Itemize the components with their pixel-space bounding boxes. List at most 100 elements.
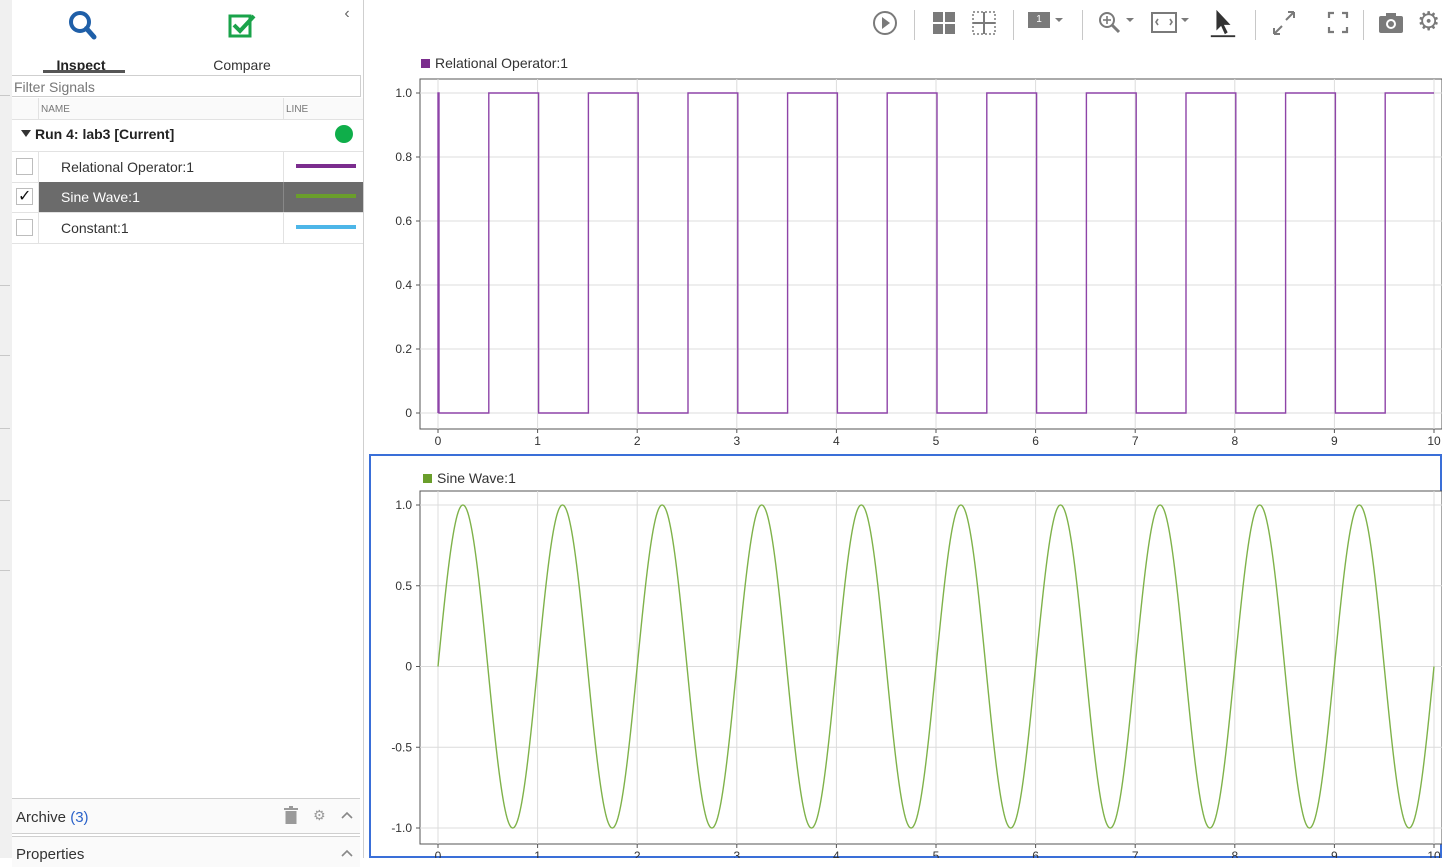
fullscreen-icon[interactable] — [1326, 8, 1350, 38]
properties-section-header[interactable]: Properties — [12, 836, 360, 867]
signal-row-constant[interactable]: Constant:1 — [12, 213, 363, 244]
fit-to-view-button[interactable] — [1150, 8, 1190, 38]
x-tick-label: 2 — [634, 434, 641, 448]
x-tick-label: 5 — [933, 434, 940, 448]
x-tick-label: 7 — [1132, 434, 1139, 448]
column-header-name[interactable]: NAME — [38, 98, 285, 119]
cursor-icon[interactable] — [1208, 8, 1238, 38]
active-tab-indicator — [43, 70, 125, 73]
toolbar-separator — [1013, 10, 1014, 40]
dropdown-arrow-icon — [1055, 18, 1063, 22]
tab-inspect[interactable]: Inspect — [19, 6, 143, 74]
x-tick-label: 7 — [1132, 849, 1139, 858]
play-icon[interactable] — [871, 8, 899, 38]
chevron-left-icon: ‹ — [344, 5, 350, 22]
x-tick-label: 3 — [733, 849, 740, 858]
properties-label: Properties — [16, 846, 85, 863]
archive-section-header[interactable]: Archive (3) ⚙ — [12, 798, 360, 834]
trash-icon[interactable] — [284, 806, 298, 824]
archive-count: (3) — [70, 809, 89, 826]
settings-icon[interactable]: ⚙ — [1417, 6, 1440, 36]
y-tick-label: 0.4 — [395, 278, 412, 292]
expand-triangle-icon[interactable] — [21, 130, 31, 137]
fit-to-view-icon — [1151, 12, 1177, 33]
strip-divider — [0, 428, 10, 429]
subplot-number: 1 — [1028, 12, 1050, 28]
signal-name: Sine Wave:1 — [61, 189, 140, 205]
plot-toolbar: 1 ⚙ — [364, 0, 1442, 46]
chevron-up-icon[interactable] — [341, 811, 353, 819]
line-style-cell[interactable] — [283, 182, 364, 212]
tab-compare-label: Compare — [213, 57, 271, 73]
signal-name: Relational Operator:1 — [61, 159, 195, 175]
x-tick-label: 10 — [1427, 849, 1441, 858]
y-tick-label: 1.0 — [395, 86, 412, 100]
x-tick-label: 5 — [933, 849, 940, 858]
layout-grid-icon[interactable] — [931, 8, 957, 38]
tab-compare[interactable]: Compare — [180, 6, 304, 74]
chevron-up-icon[interactable] — [341, 849, 353, 857]
signal-checkbox[interactable]: ✓ — [16, 188, 33, 205]
run-row[interactable]: Run 4: lab3 [Current] — [12, 120, 363, 152]
zoom-in-icon — [1099, 12, 1121, 34]
toolbar-separator — [1082, 10, 1083, 40]
column-header-line[interactable]: LINE — [283, 98, 366, 119]
y-tick-label: 0.2 — [395, 342, 412, 356]
strip-divider — [0, 95, 10, 96]
line-color-swatch — [296, 164, 356, 168]
x-tick-label: 9 — [1331, 849, 1338, 858]
subplot-select-button[interactable]: 1 — [1028, 8, 1070, 38]
zoom-button[interactable] — [1097, 8, 1137, 38]
layout-subplot-icon[interactable] — [971, 8, 997, 38]
line-style-cell[interactable] — [283, 152, 364, 182]
checkmark-box-icon — [228, 14, 256, 38]
toolbar-separator — [914, 10, 915, 40]
signal-row-relational-operator[interactable]: Relational Operator:1 — [12, 152, 363, 183]
camera-icon[interactable] — [1377, 8, 1405, 38]
y-tick-label: -1.0 — [391, 821, 412, 835]
strip-divider — [0, 570, 10, 571]
signal-name: Constant:1 — [61, 220, 129, 236]
filter-signals-input[interactable]: Filter Signals — [12, 75, 361, 97]
x-tick-label: 10 — [1427, 434, 1441, 448]
y-tick-label: 0 — [405, 660, 412, 674]
x-tick-label: 6 — [1032, 434, 1039, 448]
subplot-2-selected[interactable]: Sine Wave:1 0 1 2 3 4 5 6 7 8 9 10 -1.0 -0.5 0 0.5 1.0 — [369, 454, 1442, 858]
dropdown-arrow-icon — [1126, 18, 1134, 22]
x-tick-label: 9 — [1331, 434, 1338, 448]
expand-icon[interactable] — [1270, 8, 1298, 38]
x-tick-label: 3 — [733, 434, 740, 448]
y-tick-label: 1.0 — [395, 498, 412, 512]
subplot-1[interactable]: Relational Operator:1 0 1 2 3 4 5 6 7 8 9 10 0 0.2 0.… — [369, 48, 1442, 452]
y-tick-label: 0 — [405, 406, 412, 420]
line-style-cell[interactable] — [283, 213, 364, 243]
search-icon — [69, 11, 97, 40]
y-tick-label: 0.5 — [395, 579, 412, 593]
x-tick-label: 8 — [1231, 849, 1238, 858]
run-status-indicator — [335, 125, 353, 143]
signal-table-header: NAME LINE — [12, 98, 363, 120]
toolbar-separator — [1255, 10, 1256, 40]
line-color-swatch — [296, 225, 356, 229]
x-tick-label: 0 — [435, 434, 442, 448]
line-color-swatch — [296, 194, 356, 198]
x-tick-label: 2 — [634, 849, 641, 858]
y-tick-label: 0.8 — [395, 150, 412, 164]
strip-divider — [0, 355, 10, 356]
checkmark-icon: ✓ — [18, 188, 32, 205]
strip-divider — [0, 285, 10, 286]
x-tick-label: 6 — [1032, 849, 1039, 858]
relational-operator-chart[interactable]: 0 1 2 3 4 5 6 7 8 9 10 0 0.2 0.4 0.6 0.8 1.0 — [369, 48, 1442, 452]
x-tick-label: 0 — [435, 849, 442, 858]
signal-checkbox[interactable] — [16, 158, 33, 175]
y-tick-label: -0.5 — [391, 740, 412, 754]
x-tick-label: 8 — [1231, 434, 1238, 448]
dropdown-arrow-icon — [1181, 18, 1189, 22]
signal-row-sine-wave[interactable]: ✓ Sine Wave:1 — [12, 182, 363, 213]
signal-checkbox[interactable] — [16, 219, 33, 236]
collapse-panel-button[interactable]: ‹ — [340, 4, 354, 24]
gear-icon[interactable]: ⚙ — [313, 807, 326, 824]
sine-wave-chart[interactable]: 0 1 2 3 4 5 6 7 8 9 10 -1.0 -0.5 0 0.5 1.0 — [369, 454, 1442, 858]
toolbar-separator — [1363, 10, 1364, 40]
x-tick-label: 4 — [833, 434, 840, 448]
